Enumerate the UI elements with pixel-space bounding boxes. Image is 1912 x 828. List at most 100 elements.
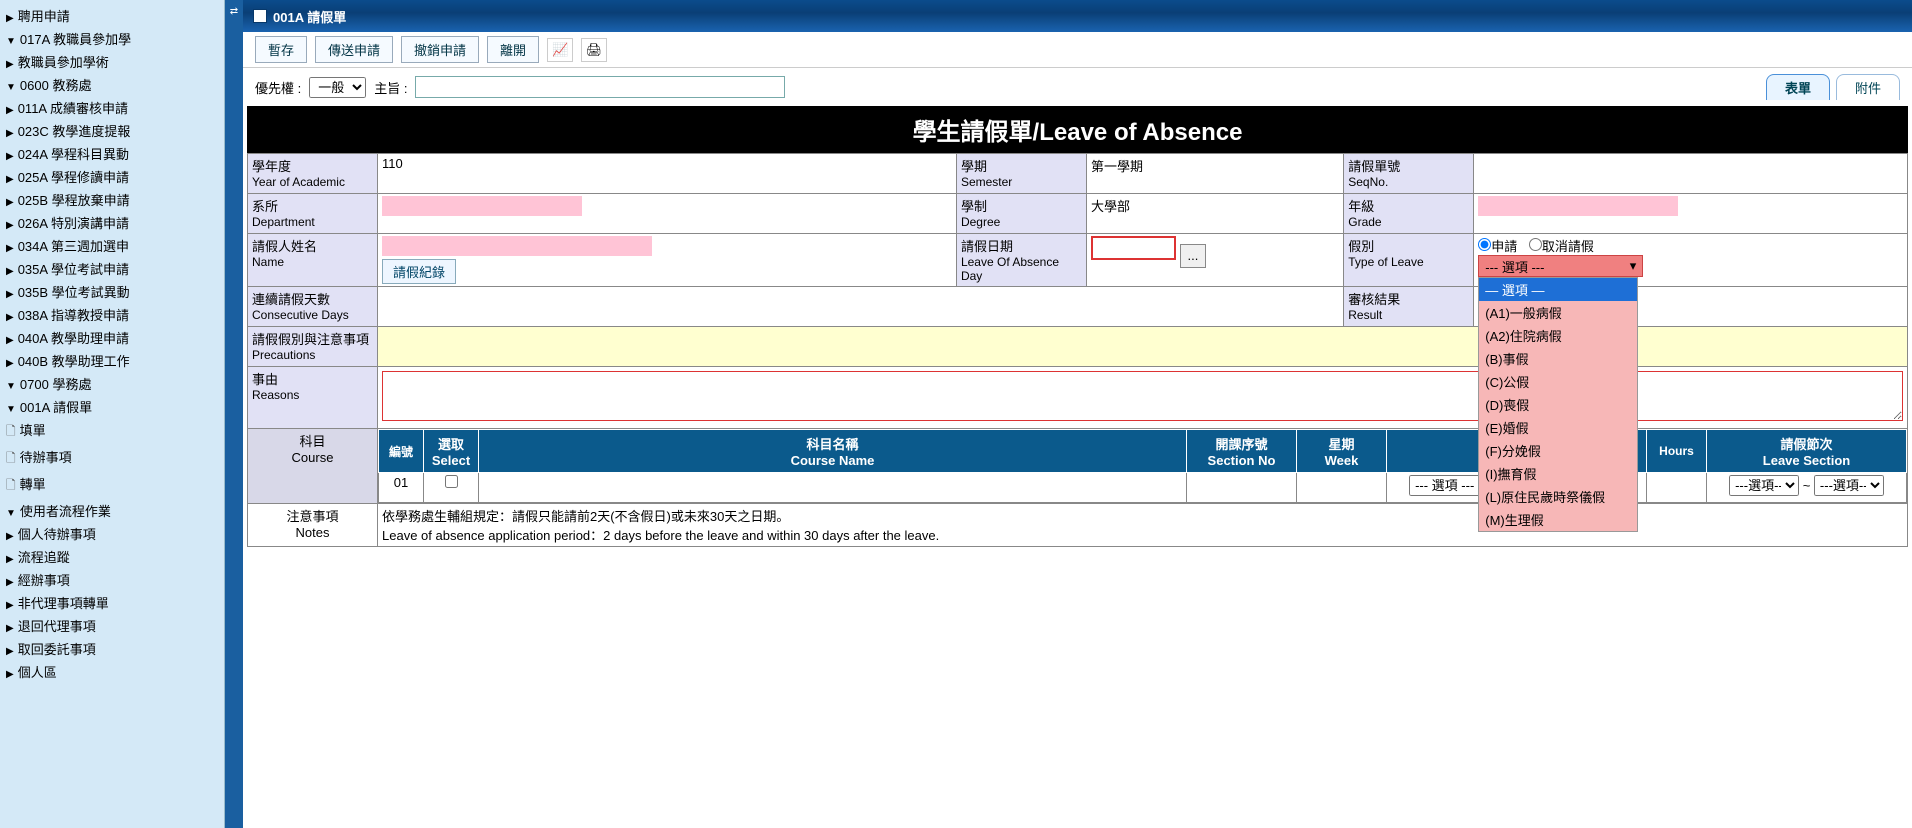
year-value: 110 bbox=[378, 154, 957, 194]
sidebar-item-21[interactable]: 使用者流程作業 bbox=[0, 499, 224, 522]
sidebar-item-24[interactable]: 經辦事項 bbox=[0, 568, 224, 591]
sidebar-item-25[interactable]: 非代理事項轉單 bbox=[0, 591, 224, 614]
day-label-cn: 請假日期 bbox=[961, 236, 1082, 255]
leave-type-dropdown: — 選項 —(A1)一般病假(A2)住院病假(B)事假(C)公假(D)喪假(E)… bbox=[1478, 277, 1638, 532]
leave-section-from-select[interactable]: ---選項--- bbox=[1729, 475, 1799, 496]
course-table: 編號 選取Select 科目名稱Course Name 開課序號Section … bbox=[378, 429, 1907, 503]
leave-button[interactable]: 離開 bbox=[487, 36, 539, 63]
th-course-name: 科目名稱Course Name bbox=[479, 430, 1187, 473]
grade-label-en: Grade bbox=[1348, 215, 1469, 229]
sidebar-item-7[interactable]: 025A 學程修讀申請 bbox=[0, 165, 224, 188]
day-label-en: Leave Of Absence Day bbox=[961, 255, 1082, 283]
leave-type-option-10[interactable]: (M)生理假 bbox=[1479, 508, 1637, 531]
leave-type-option-9[interactable]: (L)原住民歲時祭儀假 bbox=[1479, 485, 1637, 508]
leave-type-option-8[interactable]: (I)撫育假 bbox=[1479, 462, 1637, 485]
sidebar-item-23[interactable]: 流程追蹤 bbox=[0, 545, 224, 568]
leave-type-option-1[interactable]: (A1)一般病假 bbox=[1479, 301, 1637, 324]
degree-value: 大學部 bbox=[1086, 194, 1343, 234]
sidebar-item-4[interactable]: 011A 成績審核申請 bbox=[0, 96, 224, 119]
priority-label: 優先權 : bbox=[255, 78, 301, 97]
cancel-radio[interactable]: 取消請假 bbox=[1529, 239, 1594, 254]
titlebar: 001A 請假單 bbox=[243, 0, 1912, 32]
reason-label-en: Reasons bbox=[252, 388, 373, 402]
consec-value bbox=[378, 287, 1344, 327]
name-redacted bbox=[382, 236, 652, 256]
result-label-cn: 審核結果 bbox=[1348, 289, 1469, 308]
sidebar-item-15[interactable]: 040B 教學助理工作 bbox=[0, 349, 224, 372]
prec-label-en: Precautions bbox=[252, 348, 373, 362]
print-icon-button[interactable]: 🖨 bbox=[581, 38, 607, 62]
leave-type-option-4[interactable]: (C)公假 bbox=[1479, 370, 1637, 393]
sidebar-item-3[interactable]: 0600 教務處 bbox=[0, 73, 224, 96]
chart-icon-button[interactable]: 📈 bbox=[547, 38, 573, 62]
sidebar-toggle[interactable]: ⇄ bbox=[225, 0, 243, 828]
toolbar: 暫存 傳送申請 撤銷申請 離開 📈 🖨 bbox=[243, 32, 1912, 68]
sidebar-item-27[interactable]: 取回委託事項 bbox=[0, 637, 224, 660]
leave-history-button[interactable]: 請假紀錄 bbox=[382, 259, 456, 284]
sidebar-item-28[interactable]: 個人區 bbox=[0, 660, 224, 683]
sidebar-item-8[interactable]: 025B 學程放棄申請 bbox=[0, 188, 224, 211]
sidebar-item-11[interactable]: 035A 學位考試申請 bbox=[0, 257, 224, 280]
sidebar-item-19[interactable]: 待辦事項 bbox=[0, 445, 224, 472]
sidebar-item-13[interactable]: 038A 指導教授申請 bbox=[0, 303, 224, 326]
sidebar: 聘用申請017A 教職員參加學教職員參加學術0600 教務處011A 成績審核申… bbox=[0, 0, 225, 828]
sidebar-item-10[interactable]: 034A 第三週加選申 bbox=[0, 234, 224, 257]
reason-label-cn: 事由 bbox=[252, 369, 373, 388]
leave-date-input[interactable] bbox=[1091, 236, 1176, 260]
sidebar-item-6[interactable]: 024A 學程科目異動 bbox=[0, 142, 224, 165]
seqno-label-en: SeqNo. bbox=[1348, 175, 1469, 189]
leave-type-option-7[interactable]: (F)分娩假 bbox=[1479, 439, 1637, 462]
sidebar-item-9[interactable]: 026A 特別演講申請 bbox=[0, 211, 224, 234]
sidebar-item-0[interactable]: 聘用申請 bbox=[0, 4, 224, 27]
type-label-en: Type of Leave bbox=[1348, 255, 1469, 269]
row-week bbox=[1297, 473, 1387, 503]
year-label-en: Year of Academic bbox=[252, 175, 373, 189]
sidebar-item-5[interactable]: 023C 教學進度提報 bbox=[0, 119, 224, 142]
semester-value: 第一學期 bbox=[1086, 154, 1343, 194]
cancel-request-button[interactable]: 撤銷申請 bbox=[401, 36, 479, 63]
seqno-label-cn: 請假單號 bbox=[1348, 156, 1469, 175]
sidebar-item-1[interactable]: 017A 教職員參加學 bbox=[0, 27, 224, 50]
sidebar-item-20[interactable]: 轉單 bbox=[0, 472, 224, 499]
reasons-textarea[interactable] bbox=[382, 371, 1903, 421]
tab-attachment[interactable]: 附件 bbox=[1836, 74, 1900, 100]
window-icon bbox=[253, 9, 267, 23]
sidebar-item-17[interactable]: 001A 請假單 bbox=[0, 395, 224, 418]
date-picker-button[interactable]: ... bbox=[1180, 244, 1206, 268]
priority-select[interactable]: 一般 bbox=[309, 77, 366, 98]
th-leave-section: 請假節次Leave Section bbox=[1707, 430, 1907, 473]
leave-section-to-select[interactable]: ---選項--- bbox=[1814, 475, 1884, 496]
sidebar-item-14[interactable]: 040A 教學助理申請 bbox=[0, 326, 224, 349]
form-title: 學生請假單/Leave of Absence bbox=[247, 106, 1908, 153]
subject-input[interactable] bbox=[415, 76, 785, 98]
consec-label-cn: 連續請假天數 bbox=[252, 289, 373, 308]
leave-type-option-2[interactable]: (A2)住院病假 bbox=[1479, 324, 1637, 347]
send-button[interactable]: 傳送申請 bbox=[315, 36, 393, 63]
leave-type-select[interactable]: --- 選項 ---▾ bbox=[1478, 255, 1643, 277]
prec-label-cn: 請假假別與注意事項 bbox=[252, 329, 373, 348]
sidebar-item-22[interactable]: 個人待辦事項 bbox=[0, 522, 224, 545]
row-select-checkbox[interactable] bbox=[445, 475, 458, 488]
dept-redacted bbox=[382, 196, 582, 216]
degree-label-en: Degree bbox=[961, 215, 1082, 229]
leave-type-option-6[interactable]: (E)婚假 bbox=[1479, 416, 1637, 439]
leave-type-option-5[interactable]: (D)喪假 bbox=[1479, 393, 1637, 416]
save-button[interactable]: 暫存 bbox=[255, 36, 307, 63]
sidebar-item-26[interactable]: 退回代理事項 bbox=[0, 614, 224, 637]
th-week: 星期Week bbox=[1297, 430, 1387, 473]
th-no: 編號 bbox=[379, 430, 424, 473]
row-section-no bbox=[1187, 473, 1297, 503]
tabs: 表單 附件 bbox=[1766, 74, 1900, 100]
th-section-no: 開課序號Section No bbox=[1187, 430, 1297, 473]
sidebar-item-16[interactable]: 0700 學務處 bbox=[0, 372, 224, 395]
apply-radio[interactable]: 申請 bbox=[1478, 239, 1517, 254]
leave-type-option-3[interactable]: (B)事假 bbox=[1479, 347, 1637, 370]
sidebar-item-12[interactable]: 035B 學位考試異動 bbox=[0, 280, 224, 303]
course-row: 01 --- 選項 --- ~ --- 選項 --- bbox=[379, 473, 1907, 503]
leave-type-option-0[interactable]: — 選項 — bbox=[1479, 278, 1637, 301]
sidebar-item-18[interactable]: 填單 bbox=[0, 418, 224, 445]
dept-label-en: Department bbox=[252, 215, 373, 229]
tab-form[interactable]: 表單 bbox=[1766, 74, 1830, 100]
semester-label-en: Semester bbox=[961, 175, 1082, 189]
sidebar-item-2[interactable]: 教職員參加學術 bbox=[0, 50, 224, 73]
